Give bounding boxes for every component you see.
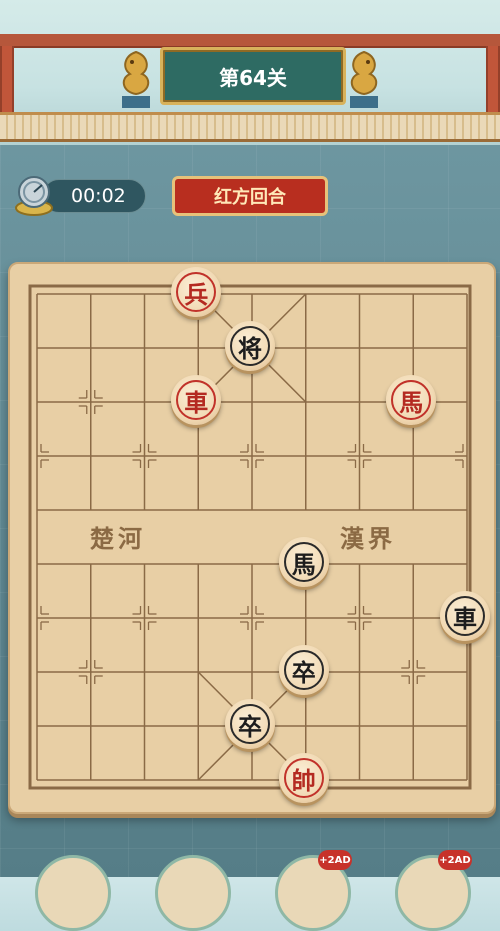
piece-label: 卒: [238, 711, 262, 741]
piece-red-horse-1[interactable]: 馬: [386, 375, 437, 425]
level-title: 第64关: [160, 47, 346, 105]
ad-badge: +2 AD: [318, 850, 352, 870]
piece-black-chariot[interactable]: 車: [440, 591, 490, 641]
piece-black-pawn-2[interactable]: 卒: [225, 699, 275, 749]
tool-button[interactable]: [155, 855, 231, 931]
dragon-statue-icon: [122, 50, 150, 108]
piece-black-pawn-1[interactable]: 卒: [278, 645, 329, 695]
piece-label: 兵: [184, 279, 209, 309]
balustrade: [0, 112, 500, 142]
piece-red-soldier[interactable]: 兵: [171, 267, 222, 317]
tool-button[interactable]: [35, 855, 111, 931]
piece-black-horse[interactable]: 馬: [278, 537, 329, 587]
river-label-chu: 楚河: [90, 524, 146, 553]
piece-label: 将: [238, 333, 262, 363]
turn-indicator: 红方回合: [172, 176, 328, 216]
piece-label: 車: [453, 603, 477, 633]
roof-beam: [0, 34, 500, 48]
piece-label: 馬: [291, 549, 316, 579]
piece-black-general[interactable]: 将: [225, 321, 275, 371]
timer-display: 00:02: [42, 179, 146, 213]
ad-badge: +2 AD: [438, 850, 472, 870]
piece-label: 車: [184, 387, 209, 417]
piece-red-marshal[interactable]: 帥: [278, 753, 329, 803]
sundial-icon: [15, 176, 53, 216]
piece-label: 卒: [291, 657, 316, 687]
dragon-statue-icon: [350, 50, 378, 108]
piece-label: 帥: [291, 765, 316, 795]
palace-backdrop: 第64关: [0, 0, 500, 145]
river-label-han: 漢界: [340, 524, 396, 553]
piece-label: 馬: [399, 387, 424, 417]
piece-red-chariot-1[interactable]: 車: [171, 375, 222, 425]
